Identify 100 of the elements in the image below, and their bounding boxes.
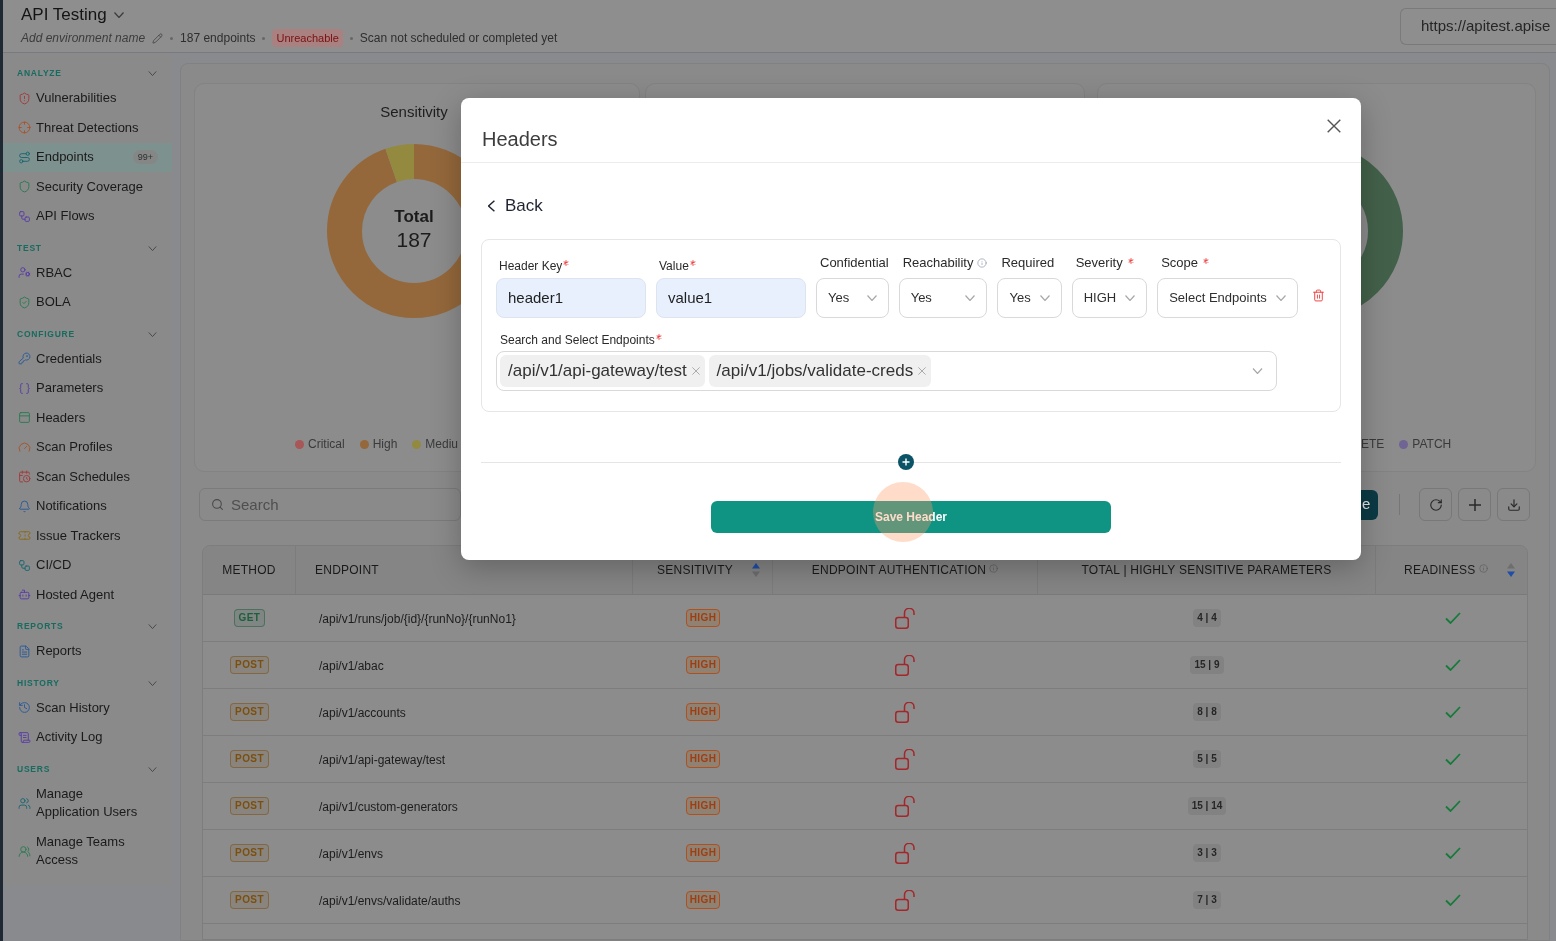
chevron-down-icon (1275, 295, 1286, 301)
remove-icon[interactable] (918, 367, 927, 375)
sensitivity-badge: HIGH (685, 891, 721, 909)
pencil-icon[interactable] (152, 32, 164, 44)
method-badge: POST (230, 844, 269, 862)
donut-center-label: Total (394, 205, 434, 227)
select-field[interactable]: Select Endpoints (1157, 278, 1298, 318)
search-field[interactable]: Search (199, 488, 461, 521)
chevron-down-icon[interactable] (148, 766, 157, 772)
calendar-clock-icon (18, 470, 31, 484)
sort-icon[interactable] (1506, 563, 1515, 577)
parameter-count-badge: 15 | 14 (1187, 797, 1227, 815)
refresh-button[interactable] (1419, 488, 1452, 521)
donut-center-value: 187 (396, 226, 432, 253)
sidebar-item[interactable]: Hosted Agent (3, 580, 172, 610)
column-header: READINESS (1404, 562, 1476, 579)
select-field[interactable]: Yes (997, 278, 1062, 318)
panel-icon (18, 411, 31, 425)
sidebar-item[interactable]: API Flows (3, 201, 172, 231)
endpoint-tag[interactable]: /api/v1/api-gateway/test (500, 355, 705, 387)
sidebar-item[interactable]: BOLA (3, 287, 172, 317)
sidebar-item[interactable]: Headers (3, 403, 172, 433)
sidebar-item[interactable]: CI/CD (3, 550, 172, 580)
method-badge: GET (233, 609, 266, 627)
sidebar-item[interactable]: Notifications (3, 491, 172, 521)
sidebar-item[interactable]: Threat Detections (3, 113, 172, 143)
back-button[interactable]: Back (488, 194, 543, 218)
legend-label: Mediu (425, 437, 459, 451)
sidebar-item[interactable]: Parameters (3, 373, 172, 403)
save-button[interactable]: Save Header (711, 501, 1111, 533)
info-icon[interactable] (977, 258, 988, 268)
add-button[interactable] (1458, 488, 1491, 521)
parameter-count-badge: 8 | 8 (1193, 703, 1221, 721)
text-input[interactable]: header1 (496, 278, 646, 318)
sensitivity-badge: HIGH (685, 750, 721, 768)
info-icon[interactable] (989, 563, 999, 573)
sidebar-item[interactable]: Reports (3, 636, 172, 666)
chevron-down-icon[interactable] (1252, 368, 1263, 374)
sidebar-item[interactable]: Credentials (3, 344, 172, 374)
url-field[interactable]: https://apitest.apise (1400, 8, 1556, 45)
sensitivity-badge: HIGH (685, 797, 721, 815)
route-icon (18, 150, 31, 164)
sidebar-item[interactable]: Scan Schedules (3, 462, 172, 492)
field-label: Header Key (499, 258, 563, 274)
sidebar-item[interactable]: Manage Teams Access (3, 827, 172, 875)
endpoint-tag[interactable]: /api/v1/jobs/validate-creds (708, 355, 932, 387)
sidebar-item[interactable]: Security Coverage (3, 172, 172, 202)
sidebar-item[interactable]: Vulnerabilities (3, 83, 172, 113)
status-badge: Unreachable (272, 29, 343, 47)
sidebar-item[interactable]: Scan History (3, 693, 172, 723)
select-field[interactable]: Yes (816, 278, 889, 318)
chevron-down-icon[interactable] (148, 245, 157, 251)
chevron-down-icon (1039, 295, 1050, 301)
endpoint-multiselect[interactable]: /api/v1/api-gateway/test /api/v1/jobs/validate-creds (496, 351, 1277, 391)
workflow-icon (18, 209, 31, 223)
environment-name-field[interactable]: Add environment name (21, 30, 146, 46)
column-header: METHOD (222, 562, 276, 579)
method-badge: POST (230, 797, 269, 815)
sidebar-item[interactable]: Issue Trackers (3, 521, 172, 551)
select-field[interactable]: Yes (898, 278, 988, 318)
section-label: CONFIGURE (17, 327, 75, 341)
chevron-down-icon[interactable] (148, 71, 157, 77)
shield-icon (18, 180, 31, 194)
column-header: TOTAL | HIGHLY SENSITIVE PARAMETERS (1081, 562, 1332, 579)
document-icon (18, 644, 31, 658)
sidebar-item[interactable]: Endpoints 99+ (3, 142, 172, 172)
info-icon[interactable] (1478, 563, 1488, 573)
sensitivity-badge: HIGH (685, 656, 721, 674)
trash-icon[interactable] (1311, 289, 1325, 302)
column-header: SENSITIVITY (657, 562, 733, 579)
sort-icon[interactable] (752, 563, 760, 577)
plus-circle-icon[interactable] (898, 454, 914, 470)
chevron-down-icon[interactable] (148, 680, 157, 686)
user-cog-icon (18, 266, 31, 280)
remove-icon[interactable] (691, 367, 700, 375)
sidebar-item[interactable]: Activity Log (3, 722, 172, 752)
legend-label: Critical (308, 437, 345, 451)
count-badge: 99+ (132, 150, 158, 165)
endpoint-path: /api/v1/custom-generators (319, 800, 458, 814)
download-icon (1506, 497, 1521, 512)
legend-label: ETE (1361, 437, 1385, 451)
shield-alert-icon (18, 91, 31, 105)
download-button[interactable] (1497, 488, 1530, 521)
primary-button[interactable]: e (1361, 489, 1378, 520)
text-input[interactable]: value1 (656, 278, 806, 318)
sidebar-item[interactable]: RBAC (3, 258, 172, 288)
sidebar-item[interactable]: Scan Profiles (3, 432, 172, 462)
search-icon (211, 498, 224, 511)
chevron-left-icon (488, 200, 495, 212)
select-field[interactable]: HIGH (1071, 278, 1148, 318)
chevron-down-icon[interactable] (148, 331, 157, 337)
chevron-down-icon[interactable] (148, 624, 157, 630)
close-icon[interactable] (1327, 119, 1341, 133)
sidebar-item[interactable]: Manage Application Users (3, 779, 172, 827)
section-label: HISTORY (17, 676, 60, 690)
parameter-count-badge: 3 | 3 (1193, 844, 1221, 862)
field-label: Severity (1075, 255, 1123, 271)
chevron-down-icon[interactable] (113, 12, 124, 18)
chevron-down-icon (965, 295, 976, 301)
bot-icon (18, 588, 31, 602)
